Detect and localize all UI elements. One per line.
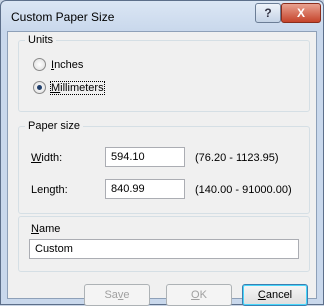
- help-icon: ?: [264, 6, 272, 20]
- ok-button-label: OK: [191, 289, 207, 301]
- dialog-title: Custom Paper Size: [11, 10, 115, 24]
- millimeters-radio[interactable]: Millimeters: [33, 80, 105, 95]
- close-icon: X: [296, 6, 305, 20]
- millimeters-radio-label: Millimeters: [50, 80, 105, 95]
- millimeters-radio-circle[interactable]: [33, 81, 46, 94]
- length-input[interactable]: 840.99: [105, 179, 185, 199]
- width-input[interactable]: 594.10: [105, 147, 185, 167]
- length-label: Length:: [31, 184, 68, 196]
- save-button[interactable]: Save: [84, 284, 150, 306]
- dialog-body: Units Inches Millimeters Paper size Widt…: [7, 31, 317, 306]
- inches-radio-circle[interactable]: [33, 58, 46, 71]
- units-group: Units Inches Millimeters: [18, 34, 310, 112]
- length-range: (140.00 - 91000.00): [195, 184, 292, 196]
- cancel-button-label: Cancel: [257, 289, 293, 301]
- width-range: (76.20 - 1123.95): [195, 152, 279, 164]
- paper-size-group-label: Paper size: [25, 120, 83, 132]
- cancel-button[interactable]: Cancel: [242, 284, 308, 306]
- ok-button[interactable]: OK: [166, 284, 232, 306]
- width-label: Width:: [31, 152, 63, 164]
- help-button[interactable]: ?: [255, 3, 281, 23]
- name-label: Name: [31, 223, 61, 235]
- name-input[interactable]: Custom: [29, 239, 299, 259]
- save-button-label: Save: [104, 289, 130, 301]
- inches-radio[interactable]: Inches: [33, 58, 83, 71]
- title-bar: Custom Paper Size ? X: [1, 1, 323, 31]
- units-group-label: Units: [25, 34, 57, 46]
- name-group: Name Custom: [18, 216, 310, 272]
- inches-radio-label: Inches: [51, 58, 84, 71]
- close-button[interactable]: X: [281, 3, 321, 23]
- custom-paper-size-dialog: Custom Paper Size ? X Units Inches Milli…: [0, 0, 324, 306]
- paper-size-group: Paper size Width: 594.10 (76.20 - 1123.9…: [18, 120, 310, 214]
